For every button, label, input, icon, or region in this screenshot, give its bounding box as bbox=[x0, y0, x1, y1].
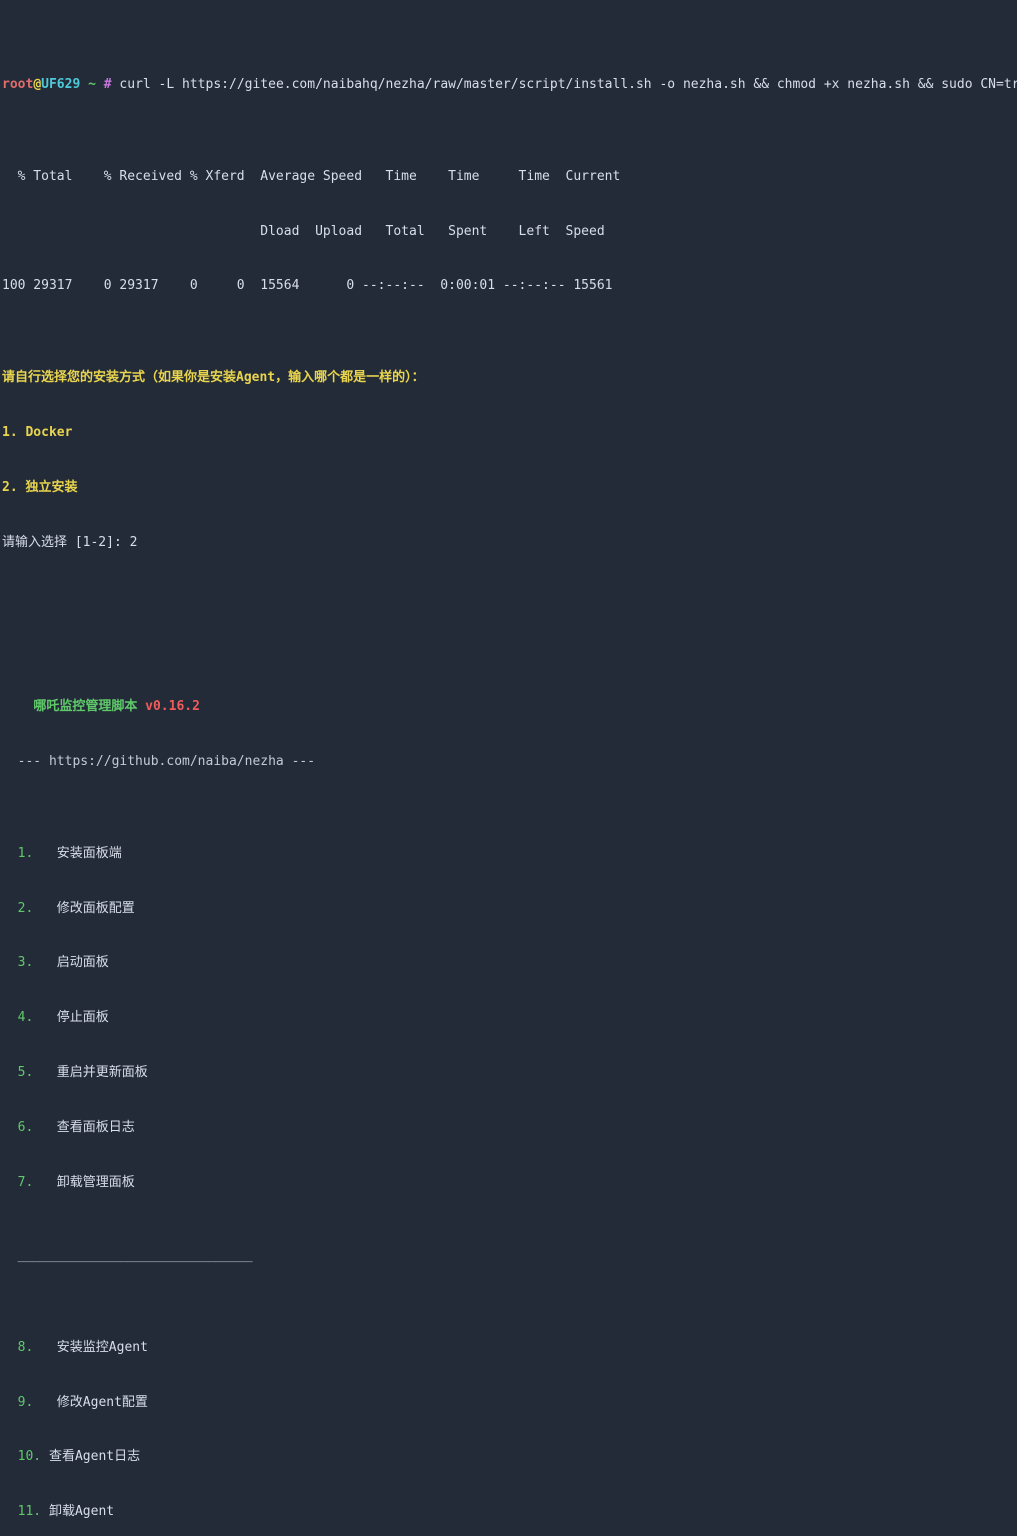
menu-item-5-num: 5. bbox=[17, 1065, 42, 1081]
menu-item-1-label: 安装面板端 bbox=[56, 845, 122, 861]
menu-item-6-label: 查看面板日志 bbox=[56, 1120, 135, 1136]
menu-item-7-num: 7. bbox=[17, 1175, 42, 1190]
curl-header-line-2: Dload Upload Total Spent Left Speed bbox=[2, 223, 605, 239]
menu-title-line: 哪吒监控管理脚本 v0.16.2 bbox=[2, 698, 1017, 716]
menu-item-5-label: 重启并更新面板 bbox=[56, 1065, 148, 1081]
menu-item-6[interactable]: 6. 查看面板日志 bbox=[2, 1119, 1017, 1137]
prompt-at: @ bbox=[33, 77, 42, 93]
install-mode-question: 请自行选择您的安装方式（如果你是安装Agent，输入哪个都是一样的）： bbox=[2, 369, 425, 385]
command-text: curl -L https://gitee.com/naibahq/nezha/… bbox=[119, 77, 1017, 93]
menu-repo-url: --- https://github.com/naiba/nezha --- bbox=[17, 754, 316, 770]
menu-item-7[interactable]: 7. 卸载管理面板 bbox=[2, 1174, 1017, 1192]
prompt-user: root bbox=[2, 77, 34, 93]
menu-item-3[interactable]: 3. 启动面板 bbox=[2, 954, 1017, 972]
menu-title: 哪吒监控管理脚本 bbox=[33, 699, 138, 715]
menu-item-4[interactable]: 4. 停止面板 bbox=[2, 1009, 1017, 1027]
menu-item-8[interactable]: 8. 安装监控Agent bbox=[2, 1339, 1017, 1357]
menu-item-8-num: 8. bbox=[17, 1339, 42, 1355]
prompt-symbol: # bbox=[103, 77, 112, 93]
menu-item-9-num: 9. bbox=[17, 1394, 42, 1410]
menu-version: v0.16.2 bbox=[145, 699, 200, 715]
menu-item-4-num: 4. bbox=[17, 1010, 42, 1026]
menu-item-11[interactable]: 11. 卸载Agent bbox=[2, 1503, 1017, 1521]
curl-data-line: 100 29317 0 29317 0 0 15564 0 --:--:-- 0… bbox=[2, 278, 613, 294]
menu-separator-1: ________________________________ bbox=[2, 1247, 1017, 1265]
menu-item-5[interactable]: 5. 重启并更新面板 bbox=[2, 1064, 1017, 1082]
curl-header-line-1: % Total % Received % Xferd Average Speed… bbox=[2, 168, 621, 184]
menu-item-1[interactable]: 1. 安装面板端 bbox=[2, 845, 1017, 863]
prompt-cwd: ~ bbox=[88, 77, 96, 93]
separator-rule-1: ________________________________ bbox=[17, 1248, 253, 1264]
menu-item-2-num: 2. bbox=[17, 900, 42, 916]
menu-item-10[interactable]: 10. 查看Agent日志 bbox=[2, 1448, 1017, 1466]
menu-item-2-label: 修改面板配置 bbox=[56, 900, 135, 916]
menu-item-6-num: 6. bbox=[17, 1120, 42, 1136]
menu-item-9[interactable]: 9. 修改Agent配置 bbox=[2, 1394, 1017, 1412]
menu-item-10-label: 查看Agent日志 bbox=[48, 1449, 141, 1465]
menu-item-3-label: 启动面板 bbox=[56, 955, 109, 971]
menu-item-3-num: 3. bbox=[17, 955, 42, 971]
menu-item-11-label: 卸载Agent bbox=[48, 1504, 115, 1520]
install-mode-input-line[interactable]: 请输入选择 [1-2]: 2 bbox=[2, 534, 1017, 552]
prompt-line: root@UF629 ~ # curl -L https://gitee.com… bbox=[2, 76, 1017, 94]
menu-item-2[interactable]: 2. 修改面板配置 bbox=[2, 900, 1017, 918]
menu-repo-line: --- https://github.com/naiba/nezha --- bbox=[2, 753, 1017, 771]
install-mode-option-2: 2. 独立安装 bbox=[2, 479, 78, 495]
menu-item-9-label: 修改Agent配置 bbox=[56, 1394, 148, 1410]
install-mode-option-1: 1. Docker bbox=[2, 424, 73, 440]
menu-item-1-num: 1. bbox=[17, 845, 42, 861]
menu-item-11-num: 11. bbox=[17, 1504, 42, 1520]
terminal-screen[interactable]: root@UF629 ~ # curl -L https://gitee.com… bbox=[0, 0, 1017, 1519]
install-mode-input-value: 2 bbox=[129, 534, 138, 550]
install-mode-input-label: 请输入选择 [1-2]: bbox=[2, 534, 130, 550]
prompt-host: UF629 bbox=[41, 77, 81, 93]
menu-item-10-num: 10. bbox=[17, 1449, 42, 1465]
menu-item-4-label: 停止面板 bbox=[56, 1010, 109, 1026]
menu-item-7-label: 卸载管理面板 bbox=[56, 1175, 135, 1190]
menu-item-8-label: 安装监控Agent bbox=[56, 1339, 148, 1355]
